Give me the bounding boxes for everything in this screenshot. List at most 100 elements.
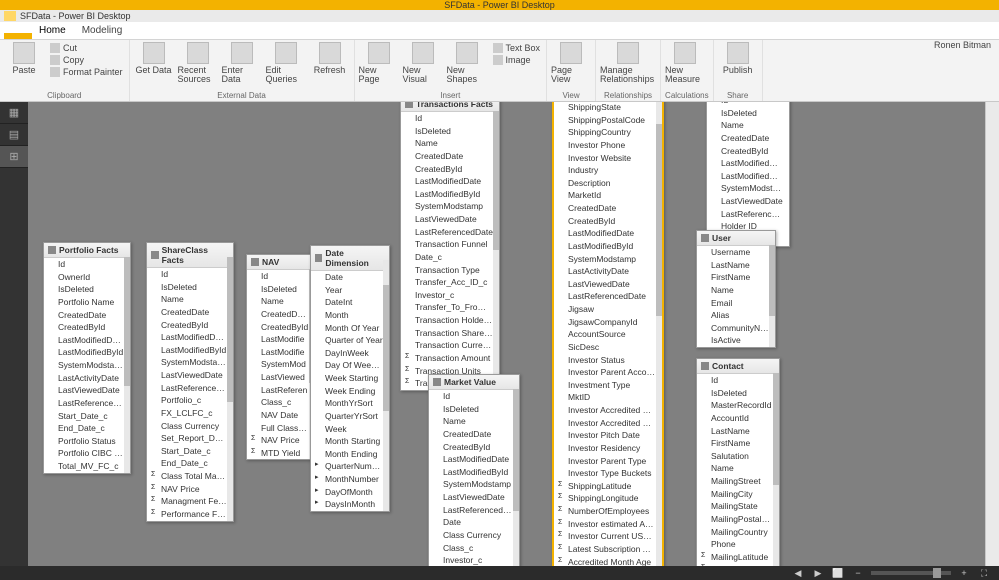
table-field[interactable]: Id — [697, 374, 779, 387]
table-field[interactable]: ShippingLatitude — [554, 480, 662, 493]
table-field[interactable]: CreatedDate — [247, 308, 315, 321]
table-transactions-facts[interactable]: Transactions Facts IdIsDeletedNameCreate… — [400, 102, 500, 391]
table-field[interactable]: Id — [429, 390, 519, 403]
scrollbar[interactable] — [493, 111, 499, 390]
recent-sources-button[interactable]: Recent Sources — [178, 42, 218, 85]
table-field[interactable]: Quarter of Year — [311, 334, 389, 347]
table-field[interactable]: Investor Pitch Date — [554, 429, 662, 442]
table-field[interactable]: Year — [311, 284, 389, 297]
page-nav-prev[interactable]: ◀ — [791, 568, 805, 578]
table-field[interactable]: Date_c — [401, 251, 499, 264]
publish-button[interactable]: Publish — [718, 42, 758, 75]
table-field[interactable]: MailingStreet — [697, 475, 779, 488]
table-field[interactable]: Jigsaw — [554, 303, 662, 316]
table-field[interactable]: CreatedDate — [44, 309, 130, 322]
table-field[interactable]: LastModifie — [247, 333, 315, 346]
table-field[interactable]: NAV Price — [147, 483, 233, 496]
table-field[interactable]: IsDeleted — [147, 281, 233, 294]
table-field[interactable]: LastViewedDate — [147, 369, 233, 382]
copy-button[interactable]: Copy — [48, 54, 125, 66]
table-field[interactable]: CreatedDate — [707, 132, 789, 145]
table-field[interactable]: LastModifiedById — [707, 170, 789, 183]
table-field[interactable]: LastModifiedById — [554, 240, 662, 253]
table-field[interactable]: CreatedDate — [401, 150, 499, 163]
table-field[interactable]: Name — [429, 415, 519, 428]
table-field[interactable]: SystemMod — [247, 358, 315, 371]
table-field[interactable]: OwnerId — [44, 271, 130, 284]
table-field[interactable]: Transfer_To_From_c — [401, 301, 499, 314]
table-field[interactable]: LastModifiedDate — [707, 157, 789, 170]
table-field[interactable]: Industry — [554, 164, 662, 177]
table-field[interactable]: QuarterNumber — [311, 460, 389, 473]
table-field[interactable]: Investor Accredited Class — [554, 417, 662, 430]
table-field[interactable]: IsDeleted — [429, 403, 519, 416]
zoom-out[interactable]: − — [851, 568, 865, 578]
table-field[interactable]: MTD Yield — [247, 447, 315, 460]
new-page-button[interactable]: New Page — [359, 42, 399, 85]
table-field[interactable]: MailingCountry — [697, 526, 779, 539]
scrollbar[interactable] — [227, 257, 233, 521]
fit-to-page[interactable]: ⬜ — [831, 568, 845, 578]
table-field[interactable]: Name — [147, 293, 233, 306]
table-field[interactable]: LastName — [697, 425, 779, 438]
table-field[interactable]: Portfolio_c — [147, 394, 233, 407]
table-field[interactable]: MonthNumber — [311, 473, 389, 486]
table-field[interactable]: MailingLatitude — [697, 551, 779, 564]
scrollbar[interactable] — [383, 260, 389, 511]
table-field[interactable]: Portfolio Name — [44, 296, 130, 309]
table-field[interactable]: Date — [311, 271, 389, 284]
table-field[interactable]: Start_Date_c — [147, 445, 233, 458]
table-field[interactable]: LastModifie — [247, 346, 315, 359]
table-field[interactable]: LastViewedDate — [429, 491, 519, 504]
table-field[interactable]: DaysInMonth — [311, 498, 389, 511]
table-field[interactable]: ShippingCountry — [554, 126, 662, 139]
table-field[interactable]: LastModifiedById — [401, 188, 499, 201]
table-field[interactable]: CreatedById — [554, 215, 662, 228]
table-field[interactable]: Investor_c — [401, 289, 499, 302]
refresh-button[interactable]: Refresh — [310, 42, 350, 75]
table-field[interactable]: Start_Date_c — [44, 410, 130, 423]
table-field[interactable]: LastModifiedDate — [554, 227, 662, 240]
table-field[interactable]: IsActive — [697, 334, 775, 347]
text-box-button[interactable]: Text Box — [491, 42, 543, 54]
new-measure-button[interactable]: New Measure — [665, 42, 705, 85]
table-field[interactable]: LastViewedDate — [401, 213, 499, 226]
table-field[interactable]: Investor Website — [554, 152, 662, 165]
table-field[interactable]: SystemModstamp — [44, 359, 130, 372]
table-field[interactable]: IsDeleted — [401, 125, 499, 138]
report-view-button[interactable]: ▦ — [0, 102, 28, 124]
table-field[interactable]: Performance Fee Dis — [147, 508, 233, 521]
table-field[interactable]: End_Date_c — [147, 457, 233, 470]
table-field[interactable]: LastModifiedDate — [401, 175, 499, 188]
table-field[interactable]: End_Date_c — [44, 422, 130, 435]
table-field[interactable]: LastReferencedDate — [44, 397, 130, 410]
table-portfolio-facts[interactable]: Portfolio Facts IdOwnerIdIsDeletedPortfo… — [43, 242, 131, 474]
table-market-value[interactable]: Market Value IdIsDeletedNameCreatedDateC… — [428, 374, 520, 566]
table-field[interactable]: NAV Price — [247, 434, 315, 447]
table-field[interactable]: CreatedDate — [554, 202, 662, 215]
new-shapes-button[interactable]: New Shapes — [447, 42, 487, 85]
table-field[interactable]: Class_c — [247, 396, 315, 409]
table-field[interactable]: Class_c — [429, 542, 519, 555]
table-field[interactable]: Transfer_Acc_ID_c — [401, 276, 499, 289]
table-field[interactable]: NumberOfEmployees — [554, 505, 662, 518]
table-field[interactable]: CommunityNickn — [697, 322, 775, 335]
table-field[interactable]: LastModifiedDate — [147, 331, 233, 344]
manage-relationships-button[interactable]: Manage Relationships — [600, 42, 656, 85]
table-field[interactable]: DayInWeek — [311, 347, 389, 360]
table-field[interactable]: Name — [697, 284, 775, 297]
enter-data-button[interactable]: Enter Data — [222, 42, 262, 85]
zoom-in[interactable]: + — [957, 568, 971, 578]
table-field[interactable]: Set_Report_Date_c — [147, 432, 233, 445]
new-visual-button[interactable]: New Visual — [403, 42, 443, 85]
table-field[interactable]: Id — [401, 112, 499, 125]
table-field[interactable]: CreatedById — [44, 321, 130, 334]
table-field[interactable]: SystemModstamp — [147, 356, 233, 369]
table-field[interactable]: Transaction Funnel — [401, 238, 499, 251]
table-field[interactable]: CreatedById — [147, 319, 233, 332]
table-field[interactable]: CreatedDate — [429, 428, 519, 441]
table-field[interactable]: Week Starting — [311, 372, 389, 385]
table-field[interactable]: LastReferencedDate — [554, 290, 662, 303]
table-field[interactable]: Full Class Nan — [247, 422, 315, 435]
table-field[interactable]: CreatedById — [707, 145, 789, 158]
